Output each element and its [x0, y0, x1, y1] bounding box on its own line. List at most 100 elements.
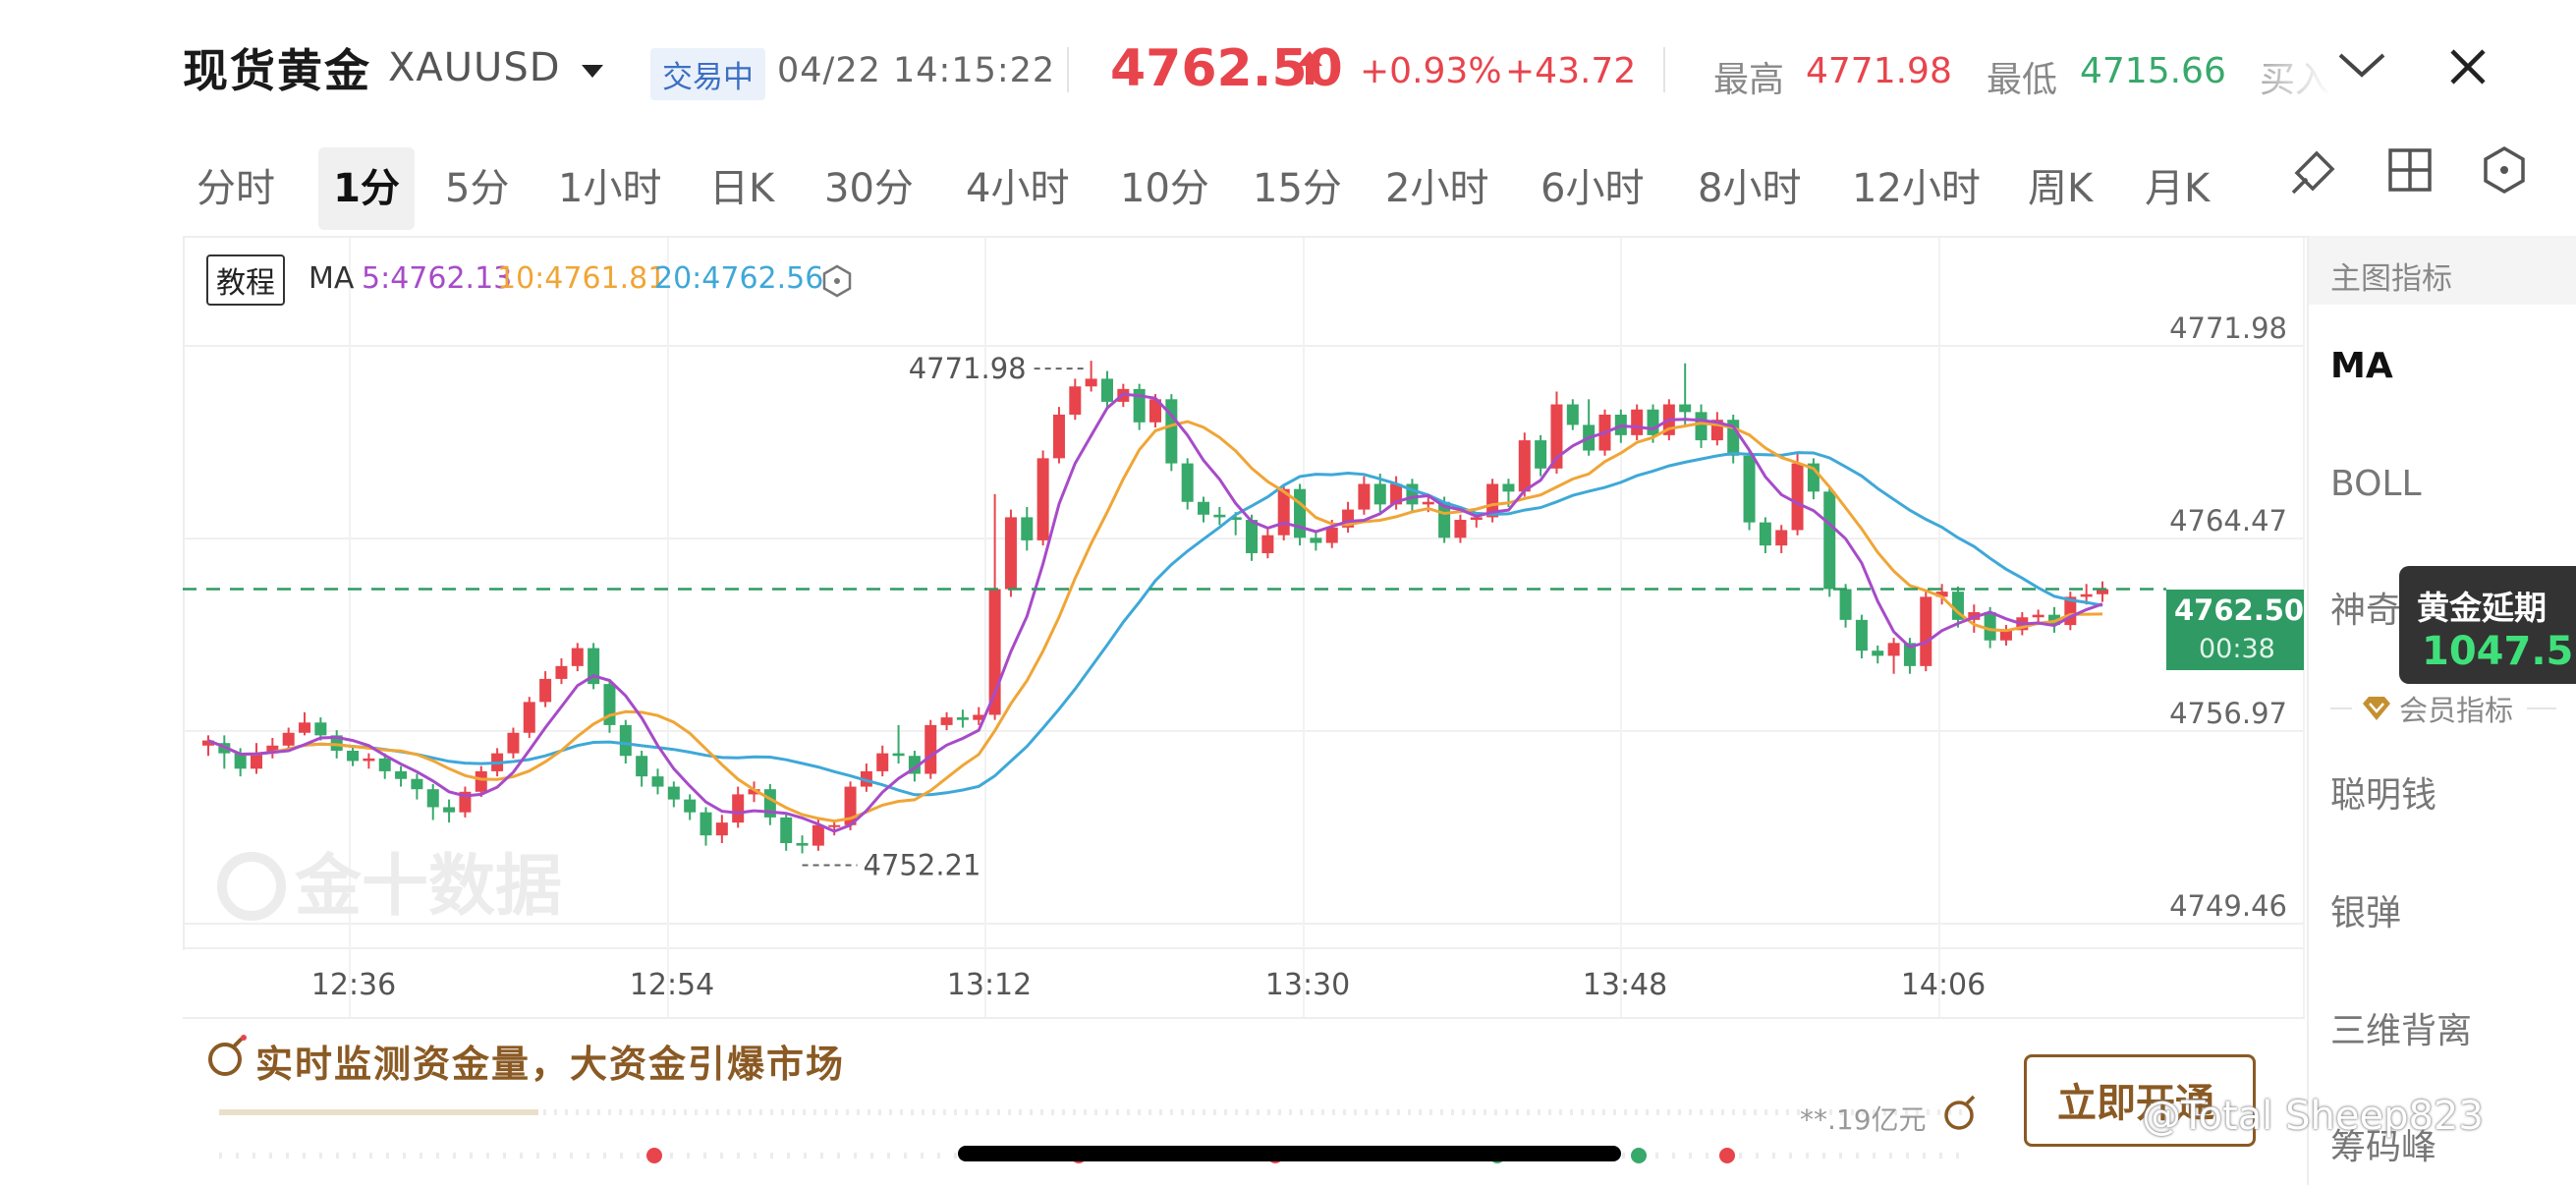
candle-body	[1052, 414, 1065, 459]
candle-body	[924, 724, 937, 774]
candle-body	[956, 717, 969, 720]
candle-body	[619, 724, 632, 757]
candle-body	[667, 786, 680, 800]
candle-body	[347, 751, 360, 762]
y-tick-label: 4771.98	[2169, 311, 2287, 345]
indicator-panel: 主图指标 MA BOLL 神奇九转 会员指标 聪明钱 银弹 三维背离 筹码峰	[2307, 236, 2576, 1185]
candle-body	[1422, 501, 1434, 505]
candle-body	[876, 753, 889, 771]
candle-body	[411, 778, 423, 790]
tutorial-button[interactable]: 教程	[206, 254, 285, 306]
y-tick-label: 4764.47	[2169, 504, 2287, 537]
candle-body	[812, 824, 824, 846]
indicator-boll[interactable]: BOLL	[2330, 464, 2422, 504]
candle-body	[780, 817, 793, 844]
candle-body	[426, 789, 439, 808]
candle-body	[1358, 483, 1371, 510]
candle-body	[1872, 650, 1884, 656]
vip-diamond-icon	[2363, 697, 2390, 720]
candle-body	[1823, 491, 1836, 590]
candle-body	[475, 770, 487, 792]
candle-body	[1839, 589, 1852, 620]
candle-body	[1036, 458, 1049, 540]
candle-body	[1518, 440, 1531, 492]
candle-body	[1213, 514, 1226, 518]
indicator-silver-bullet[interactable]: 银弹	[2330, 884, 2401, 935]
ma20-value: 20:4762.56	[654, 261, 824, 296]
price-tag-countdown: 00:38	[2199, 634, 2275, 664]
candle-body	[892, 753, 905, 757]
candle-body	[1759, 522, 1771, 546]
candle-body	[1246, 520, 1259, 553]
home-indicator[interactable]	[958, 1146, 1621, 1161]
candle-body	[1775, 530, 1788, 546]
y-tick-label: 4749.46	[2169, 889, 2287, 923]
candle-body	[636, 756, 648, 777]
x-tick-label: 12:54	[630, 968, 714, 1002]
candle-body	[378, 758, 391, 771]
candle-body	[1631, 409, 1644, 435]
candle-body	[1502, 483, 1515, 492]
candle-body	[715, 822, 728, 836]
indicator-ma[interactable]: MA	[2330, 346, 2393, 386]
x-tick-label: 13:12	[947, 968, 1032, 1002]
candle-body	[1021, 517, 1034, 540]
candle-body	[1743, 455, 1756, 523]
gold-td-title: 黄金延期	[2417, 589, 2547, 627]
x-tick-label: 14:06	[1901, 968, 1986, 1002]
logo-watermark: 金十数据	[294, 848, 562, 926]
ma10-value: 10:4761.81	[497, 261, 667, 296]
candle-body	[1535, 440, 1547, 469]
candle-body	[1679, 404, 1692, 413]
candle-body	[395, 770, 408, 779]
candle-body	[1100, 378, 1113, 402]
candle-body	[1887, 643, 1900, 656]
price-tag-value: 4762.50	[2174, 594, 2305, 627]
candle-body	[1566, 404, 1579, 425]
candle-body	[1373, 483, 1386, 505]
x-tick-label: 12:36	[311, 968, 396, 1002]
candle-body	[1198, 501, 1210, 515]
banner-text: 实时监测资金量，大资金引爆市场	[255, 1043, 846, 1086]
candle-body	[555, 665, 568, 679]
candle-body	[732, 794, 745, 823]
fund-amount: **.19亿元	[1800, 1103, 1927, 1136]
candle-body	[507, 732, 520, 754]
candle-body	[828, 824, 841, 827]
candle-body	[251, 753, 263, 769]
user-watermark: @Total Sheep823	[2142, 1094, 2484, 1139]
logo-watermark-icon	[217, 852, 286, 921]
candle-body	[2080, 594, 2093, 597]
indicator-3d-divergence[interactable]: 三维背离	[2330, 1002, 2472, 1053]
candle-body	[571, 648, 584, 666]
bomb-small-icon	[1944, 1095, 1976, 1130]
ma-label: MA	[308, 261, 355, 296]
candle-body	[2032, 614, 2044, 618]
candle-body	[940, 717, 953, 725]
candle-body	[1085, 378, 1097, 387]
candle-body	[1984, 612, 1996, 641]
indicator-smart-money[interactable]: 聪明钱	[2330, 766, 2436, 818]
candle-body	[314, 722, 327, 736]
indicator-panel-header: 主图指标	[2309, 236, 2576, 305]
candle-body	[539, 678, 552, 703]
candle-body	[651, 776, 664, 787]
candle-body	[1855, 619, 1868, 651]
candle-body	[1920, 596, 1932, 666]
y-tick-label: 4756.97	[2169, 697, 2287, 730]
ma20-line	[207, 451, 2103, 797]
candle-body	[282, 732, 295, 746]
candle-body	[1004, 517, 1017, 590]
candle-body	[1181, 463, 1194, 502]
ma-settings-icon[interactable]	[819, 263, 855, 299]
high-annotation: 4771.98	[909, 352, 1027, 385]
candle-body	[363, 758, 375, 762]
candle-body	[1647, 409, 1659, 435]
candle-body	[1310, 537, 1322, 543]
candle-body	[299, 722, 311, 733]
candle-body	[684, 799, 697, 813]
candle-body	[1791, 463, 1804, 531]
ma5-value: 5:4762.13	[362, 261, 513, 296]
candle-body	[1294, 488, 1307, 538]
candle-body	[1069, 386, 1082, 415]
